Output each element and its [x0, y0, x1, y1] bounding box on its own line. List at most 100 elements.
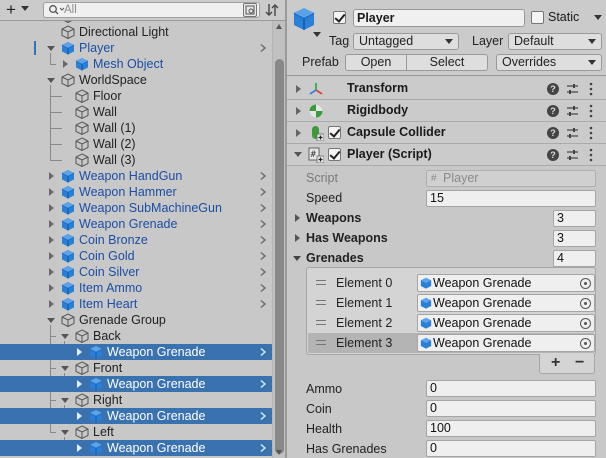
- object-picker-icon[interactable]: [580, 278, 591, 289]
- weapons-foldout-icon[interactable]: [295, 214, 300, 222]
- hierarchy-row[interactable]: Weapon Grenade: [0, 440, 272, 456]
- collapsed-arrow-icon[interactable]: [49, 220, 54, 228]
- collapsed-arrow-icon[interactable]: [49, 300, 54, 308]
- hierarchy-row[interactable]: Wall (2): [0, 136, 272, 152]
- hierarchy-row[interactable]: Weapon Grenade: [0, 344, 272, 360]
- component-player-script[interactable]: # Player (Script) ?: [287, 144, 606, 166]
- expanded-arrow-icon[interactable]: [47, 78, 55, 83]
- prefab-select-button[interactable]: Select: [406, 54, 488, 71]
- hierarchy-row[interactable]: Right: [0, 392, 272, 408]
- presets-icon[interactable]: [566, 105, 579, 117]
- open-prefab-chevron-icon[interactable]: [260, 236, 266, 244]
- collapsed-arrow-icon[interactable]: [77, 348, 82, 356]
- has-weapons-size-field[interactable]: 3: [553, 230, 596, 247]
- search-by-type-icon[interactable]: [243, 3, 257, 17]
- collapsed-arrow-icon[interactable]: [49, 172, 54, 180]
- hierarchy-row[interactable]: Coin Bronze: [0, 232, 272, 248]
- hierarchy-row[interactable]: Wall (3): [0, 152, 272, 168]
- hierarchy-row[interactable]: Item Ammo: [0, 280, 272, 296]
- hierarchy-row[interactable]: Weapon Hammer: [0, 184, 272, 200]
- hierarchy-row[interactable]: Directional Light: [0, 24, 272, 40]
- object-picker-icon[interactable]: [580, 338, 591, 349]
- open-prefab-chevron-icon[interactable]: [260, 348, 266, 356]
- hierarchy-row[interactable]: Item Heart: [0, 296, 272, 312]
- open-prefab-chevron-icon[interactable]: [260, 252, 266, 260]
- context-menu-icon[interactable]: [589, 126, 593, 140]
- list-add-button[interactable]: +: [551, 354, 560, 372]
- static-dropdown-chevron-icon[interactable]: [594, 15, 602, 20]
- overrides-dropdown[interactable]: Overrides: [496, 54, 602, 71]
- object-reference-field[interactable]: Weapon Grenade: [417, 274, 595, 292]
- scroll-down-arrow-icon[interactable]: [276, 450, 282, 455]
- hierarchy-row[interactable]: Weapon Grenade: [0, 216, 272, 232]
- open-prefab-chevron-icon[interactable]: [260, 444, 266, 452]
- drag-handle-icon[interactable]: [316, 320, 326, 325]
- open-prefab-chevron-icon[interactable]: [260, 220, 266, 228]
- foldout-arrow-icon[interactable]: [294, 152, 302, 157]
- scrollbar-thumb[interactable]: [275, 59, 284, 454]
- help-icon[interactable]: ?: [547, 149, 559, 161]
- open-prefab-chevron-icon[interactable]: [260, 188, 266, 196]
- component-rigidbody[interactable]: Rigidbody ?: [287, 100, 606, 122]
- has-weapons-label[interactable]: Has Weapons: [306, 231, 388, 245]
- grenades-label[interactable]: Grenades: [306, 251, 364, 265]
- hierarchy-row[interactable]: Weapon Grenade: [0, 408, 272, 424]
- hierarchy-row[interactable]: Player: [0, 40, 272, 56]
- weapons-label[interactable]: Weapons: [306, 211, 361, 225]
- tag-dropdown[interactable]: Untagged: [353, 33, 459, 50]
- ammo-field[interactable]: 0: [426, 380, 596, 397]
- add-dropdown-chevron-icon[interactable]: [21, 6, 29, 11]
- collapsed-arrow-icon[interactable]: [49, 236, 54, 244]
- has-grenades-field[interactable]: 0: [426, 440, 596, 457]
- help-icon[interactable]: ?: [547, 105, 559, 117]
- collapsed-arrow-icon[interactable]: [49, 284, 54, 292]
- health-field[interactable]: 100: [426, 420, 596, 437]
- expanded-arrow-icon[interactable]: [61, 398, 69, 403]
- list-element-row[interactable]: Element 1 Weapon Grenade: [308, 293, 595, 313]
- drag-handle-icon[interactable]: [316, 300, 326, 305]
- weapons-size-field[interactable]: 3: [553, 210, 596, 227]
- prefab-cube-icon[interactable]: [291, 6, 317, 32]
- hierarchy-search-input[interactable]: All: [43, 2, 260, 18]
- open-prefab-chevron-icon[interactable]: [260, 44, 266, 52]
- expanded-arrow-icon[interactable]: [47, 318, 55, 323]
- grenades-foldout-icon[interactable]: [293, 256, 301, 261]
- open-prefab-chevron-icon[interactable]: [260, 172, 266, 180]
- foldout-arrow-icon[interactable]: [296, 85, 301, 93]
- collapsed-arrow-icon[interactable]: [77, 380, 82, 388]
- collapsed-arrow-icon[interactable]: [49, 268, 54, 276]
- hierarchy-row[interactable]: Wall (1): [0, 120, 272, 136]
- expanded-arrow-icon[interactable]: [61, 430, 69, 435]
- object-picker-icon[interactable]: [580, 318, 591, 329]
- hierarchy-row[interactable]: Grenade Group: [0, 312, 272, 328]
- object-reference-field[interactable]: Weapon Grenade: [417, 314, 595, 332]
- open-prefab-chevron-icon[interactable]: [260, 284, 266, 292]
- coin-field[interactable]: 0: [426, 400, 596, 417]
- hierarchy-row[interactable]: Left: [0, 424, 272, 440]
- context-menu-icon[interactable]: [589, 82, 593, 96]
- open-prefab-chevron-icon[interactable]: [260, 412, 266, 420]
- hierarchy-row[interactable]: Coin Gold: [0, 248, 272, 264]
- help-icon[interactable]: ?: [547, 83, 559, 95]
- help-icon[interactable]: ?: [547, 127, 559, 139]
- collapsed-arrow-icon[interactable]: [49, 188, 54, 196]
- drag-handle-icon[interactable]: [316, 280, 326, 285]
- hierarchy-row[interactable]: Weapon SubMachineGun: [0, 200, 272, 216]
- active-checkbox[interactable]: [333, 11, 346, 24]
- component-enabled-checkbox[interactable]: [328, 148, 341, 161]
- expanded-arrow-icon[interactable]: [61, 366, 69, 371]
- object-name-field[interactable]: Player: [353, 9, 525, 27]
- add-icon[interactable]: +: [6, 1, 16, 19]
- collapsed-arrow-icon[interactable]: [63, 60, 68, 68]
- layer-dropdown[interactable]: Default: [508, 33, 602, 50]
- hierarchy-row[interactable]: Back: [0, 328, 272, 344]
- hierarchy-row[interactable]: WorldSpace: [0, 72, 272, 88]
- collapsed-arrow-icon[interactable]: [49, 252, 54, 260]
- grenades-size-field[interactable]: 4: [553, 250, 596, 267]
- object-reference-field[interactable]: Weapon Grenade: [417, 334, 595, 352]
- speed-field[interactable]: 15: [426, 190, 596, 207]
- hierarchy-row[interactable]: Front: [0, 360, 272, 376]
- presets-icon[interactable]: [566, 149, 579, 161]
- object-picker-icon[interactable]: [580, 298, 591, 309]
- collapsed-arrow-icon[interactable]: [49, 204, 54, 212]
